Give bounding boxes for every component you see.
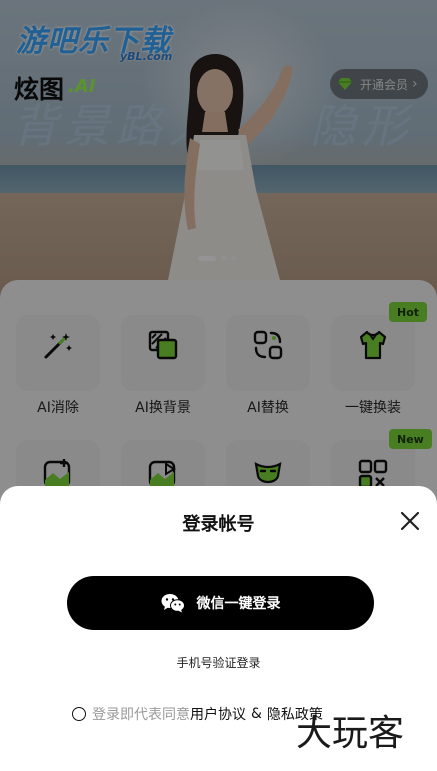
agree-amp: &	[251, 706, 262, 722]
sheet-title: 登录帐号	[182, 514, 255, 535]
wechat-login-label: 微信一键登录	[196, 596, 281, 612]
close-icon[interactable]	[399, 510, 421, 532]
phone-login-link[interactable]: 手机号验证登录	[0, 654, 437, 671]
user-agreement-link[interactable]: 用户协议	[190, 704, 246, 724]
agreement-row: 登录即代表同意 用户协议 & 隐私政策	[72, 704, 323, 724]
wechat-icon	[161, 594, 185, 613]
watermark: 大玩客	[296, 713, 405, 754]
wechat-login-button[interactable]: 微信一键登录	[67, 576, 374, 630]
agree-prefix: 登录即代表同意	[92, 707, 190, 723]
agree-checkbox[interactable]	[72, 707, 86, 721]
